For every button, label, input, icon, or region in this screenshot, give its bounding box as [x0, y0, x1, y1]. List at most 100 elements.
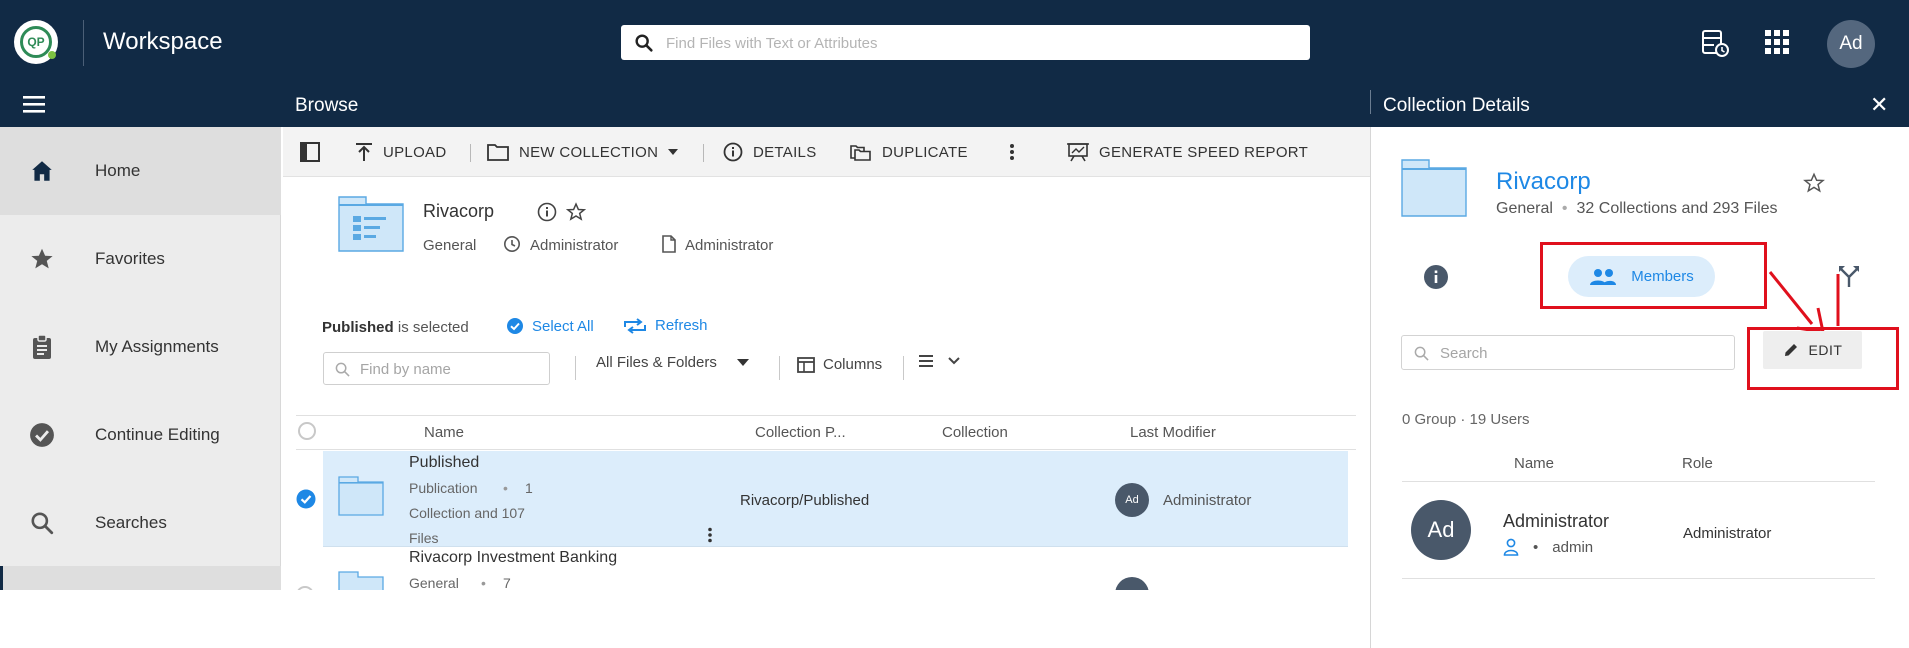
upload-label: UPLOAD: [383, 143, 447, 161]
user-avatar[interactable]: Ad: [1827, 20, 1875, 68]
column-header-role[interactable]: Role: [1682, 455, 1713, 472]
details-label: DETAILS: [753, 143, 817, 161]
menu-icon[interactable]: [22, 94, 48, 116]
members-search-input[interactable]: [1440, 343, 1720, 363]
sidebar-item-continue-editing[interactable]: Continue Editing: [0, 391, 281, 479]
row-count-desc-cont: Files: [409, 530, 439, 546]
info-icon: [723, 142, 743, 162]
details-collection-type: General: [1496, 200, 1553, 217]
members-search-field[interactable]: [1401, 335, 1735, 370]
info-icon[interactable]: [537, 202, 557, 222]
user-icon: [1503, 538, 1519, 556]
file-type-filter-dropdown[interactable]: All Files & Folders: [596, 354, 749, 371]
select-all-label: Select All: [532, 317, 594, 335]
filter-divider: [779, 356, 780, 380]
collection-owner: Administrator: [530, 237, 619, 254]
upload-button[interactable]: UPLOAD: [355, 127, 447, 177]
check-circle-icon: [28, 421, 56, 449]
close-icon[interactable]: ✕: [1870, 92, 1888, 118]
search-icon: [1414, 346, 1429, 361]
refresh-label: Refresh: [655, 317, 708, 334]
filter-divider: [575, 356, 576, 380]
column-header-last-modifier[interactable]: Last Modifier: [1130, 424, 1216, 441]
select-all-button[interactable]: Select All: [506, 317, 594, 335]
global-search[interactable]: [621, 25, 1310, 60]
row-name[interactable]: Rivacorp Investment Banking: [409, 549, 617, 567]
row-selected-check-icon[interactable]: [296, 489, 316, 509]
row-count: 1: [525, 480, 533, 496]
sidebar-item-searches[interactable]: Searches: [0, 479, 281, 567]
toggle-panel-button[interactable]: [299, 127, 331, 177]
sidebar: Home Favorites My Assignments Continue E…: [0, 127, 281, 648]
info-tab-icon[interactable]: [1423, 264, 1449, 290]
app-logo[interactable]: QP: [14, 20, 58, 64]
action-toolbar: UPLOAD NEW COLLECTION DETAILS DUPLICATE …: [283, 127, 1370, 177]
presentation-icon: [1067, 143, 1089, 162]
selected-item-name: Published: [322, 319, 394, 336]
meta-separator-dot: •: [481, 575, 486, 591]
sub-header: Browse Collection Details ✕: [0, 84, 1909, 127]
view-mode-dropdown[interactable]: [918, 354, 960, 368]
recent-files-icon[interactable]: [1700, 28, 1730, 58]
column-header-collection[interactable]: Collection: [942, 424, 1008, 441]
home-icon: [28, 157, 56, 185]
panel-toggle-icon: [300, 142, 320, 162]
modifier-avatar: Ad: [1115, 483, 1149, 517]
row-last-modifier: Administrator: [1163, 492, 1252, 509]
page-bottom-area: [0, 590, 1909, 648]
more-vertical-icon[interactable]: [707, 527, 713, 543]
columns-button[interactable]: Columns: [797, 356, 882, 373]
collection-type: General: [423, 237, 477, 254]
column-header-name[interactable]: Name: [424, 424, 464, 441]
column-header-name[interactable]: Name: [1514, 455, 1554, 472]
row-type: Publication: [409, 480, 478, 496]
find-by-name-field[interactable]: [323, 352, 550, 385]
caret-down-icon: [736, 359, 749, 366]
star-icon: [28, 245, 56, 273]
member-avatar: Ad: [1411, 500, 1471, 560]
select-all-radio[interactable]: [298, 422, 316, 440]
upload-icon: [356, 143, 372, 161]
columns-icon: [797, 356, 815, 373]
find-by-name-input[interactable]: [360, 359, 540, 379]
new-collection-button[interactable]: NEW COLLECTION: [487, 127, 679, 177]
member-counts: 0 Group · 19 Users: [1402, 411, 1530, 428]
clipboard-icon: [28, 333, 56, 361]
duplicate-icon: [850, 145, 871, 161]
sidebar-item-home[interactable]: Home: [0, 127, 281, 215]
selection-suffix: is selected: [397, 319, 469, 336]
sidebar-item-label: My Assignments: [95, 337, 219, 356]
more-actions-button[interactable]: [1009, 127, 1025, 177]
search-icon: [635, 34, 653, 52]
collection-details-title: Collection Details: [1383, 95, 1530, 116]
header-divider: [83, 20, 84, 66]
toolbar-divider: [470, 144, 471, 162]
sidebar-item-more[interactable]: [0, 566, 281, 590]
global-search-input[interactable]: [666, 31, 1286, 55]
member-username-row: • admin: [1503, 538, 1593, 556]
sidebar-item-label: Favorites: [95, 249, 165, 268]
details-collection-name: Rivacorp: [1496, 168, 1591, 195]
sidebar-item-my-assignments[interactable]: My Assignments: [0, 303, 281, 391]
details-collection-meta: General • 32 Collections and 293 Files: [1496, 200, 1778, 218]
favorite-star-icon[interactable]: [566, 202, 586, 222]
list-view-icon: [919, 355, 933, 367]
details-button[interactable]: DETAILS: [723, 127, 817, 177]
document-icon: [662, 235, 676, 253]
member-username: admin: [1552, 538, 1594, 556]
favorite-star-icon[interactable]: [1803, 172, 1825, 194]
column-header-collection-path[interactable]: Collection P...: [755, 424, 846, 441]
row-name[interactable]: Published: [409, 454, 479, 472]
collection-modifier: Administrator: [685, 237, 774, 254]
apps-grid-icon[interactable]: [1763, 28, 1791, 56]
highlight-box-members: [1540, 242, 1767, 309]
chevron-down-icon: [948, 357, 960, 365]
refresh-icon: [624, 317, 646, 334]
sidebar-item-label: Continue Editing: [95, 425, 220, 444]
generate-speed-report-button[interactable]: GENERATE SPEED REPORT: [1067, 127, 1308, 177]
refresh-button[interactable]: Refresh: [623, 317, 708, 334]
top-header: QP Workspace Ad: [0, 0, 1909, 84]
duplicate-button[interactable]: DUPLICATE: [850, 127, 968, 177]
sidebar-item-favorites[interactable]: Favorites: [0, 215, 281, 303]
members-table-header: Name Role: [1402, 448, 1875, 482]
